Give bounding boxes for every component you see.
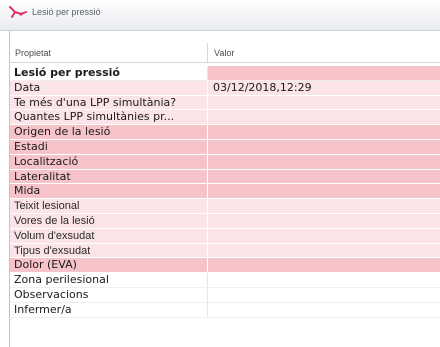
property-value[interactable] [213,273,439,287]
grid-row[interactable]: Dolor (EVA) [10,258,440,274]
grid-row[interactable]: Te més d'una LPP simultània? [10,95,440,111]
property-name: Observacions [14,287,89,301]
column-divider[interactable] [207,43,208,63]
grid-header: Propietat Valor [10,43,440,63]
property-value[interactable]: 03/12/2018,12:29 [213,81,439,95]
row-divider [207,213,208,228]
row-divider [207,243,208,258]
row-divider [207,110,208,125]
property-value[interactable] [213,303,439,317]
property-name: Infermer/a [14,302,72,316]
property-name: Dolor (EVA) [14,258,77,272]
row-divider [207,228,208,243]
grid-row[interactable]: Zona perilesional [10,273,440,288]
property-value[interactable] [213,96,439,110]
property-name: Data [14,80,41,94]
property-value[interactable] [213,184,439,198]
grid-row[interactable]: Vores de la lesió [10,213,440,229]
grid-row[interactable]: Tipus d'exsudat [10,243,440,259]
property-name: Zona perilesional [14,273,109,287]
property-name: Origen de la lesió [14,125,111,139]
column-header-property[interactable]: Propietat [15,48,51,58]
property-value[interactable] [213,199,439,213]
row-divider [207,258,208,273]
window-title: Lesió per pressió [32,7,101,17]
property-name: Vores de la lesió [14,214,95,227]
row-divider [207,80,208,95]
grid-row[interactable]: Data 03/12/2018,12:29 [10,80,440,96]
row-divider [207,139,208,154]
row-divider [207,169,208,184]
property-name: Mida [14,184,41,198]
grid-row[interactable]: Origen de la lesió [10,125,440,140]
grid-row[interactable]: Localització [10,154,440,170]
grid-rows: Lesió per pressió Data 03/12/2018,12:29 Te … [10,66,440,318]
grid-row[interactable]: Quantes LPP simultànies pr... [10,110,440,126]
property-value[interactable] [213,155,439,169]
row-divider [207,199,208,213]
property-name: Lateralitat [14,169,71,183]
grid-row[interactable]: Volum d'exsudat [10,228,440,244]
grid-row[interactable]: Estadi [10,139,440,155]
property-grid: Propietat Valor Lesió per pressió Data 03/… [10,31,440,347]
grid-row[interactable]: Observacions [10,287,440,303]
property-name: Quantes LPP simultànies pr... [14,110,175,124]
property-value[interactable] [213,244,439,258]
title-bar: Lesió per pressió [0,0,440,31]
property-value[interactable] [213,258,439,272]
row-divider [207,302,208,317]
property-name: Localització [14,154,79,168]
property-value[interactable] [213,110,439,124]
row-divider [207,287,208,302]
property-window: Propietat Valor Lesió per pressió Data 03/… [9,31,440,347]
row-divider [207,154,208,169]
grid-row[interactable]: Lesió per pressió [10,66,440,81]
grid-row[interactable]: Infermer/a [10,302,440,318]
property-value[interactable] [213,288,439,302]
property-name: Estadi [14,139,48,153]
property-name: Teixit lesional [14,200,80,213]
row-divider [207,184,208,199]
column-header-value[interactable]: Valor [214,48,234,58]
property-name: Te més d'una LPP simultània? [14,95,177,109]
property-value[interactable] [213,125,439,139]
property-value[interactable] [213,140,439,154]
property-value[interactable] [213,170,439,184]
row-divider [207,95,208,110]
row-divider [207,66,208,80]
property-value[interactable] [213,214,439,228]
row-divider [207,273,208,287]
property-name: Lesió per pressió [14,66,120,79]
property-value[interactable] [213,229,439,243]
property-name: Volum d'exsudat [14,229,95,242]
grid-row[interactable]: Teixit lesional [10,199,440,214]
app-logo-icon [9,6,27,18]
property-value[interactable] [213,66,439,80]
grid-row[interactable]: Lateralitat [10,169,440,185]
grid-row[interactable]: Mida [10,184,440,200]
row-divider [207,125,208,139]
property-name: Tipus d'exsudat [14,244,91,257]
